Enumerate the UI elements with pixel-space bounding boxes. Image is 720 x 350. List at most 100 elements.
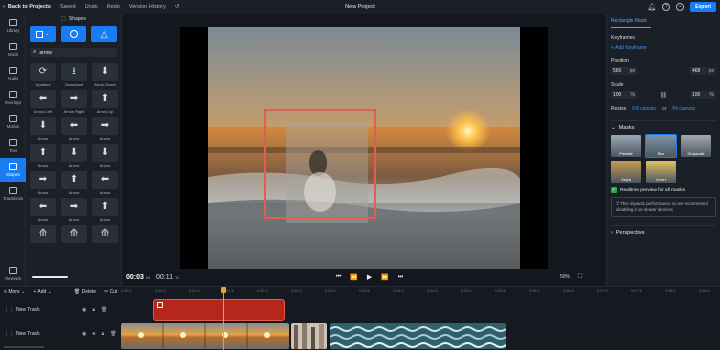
shape-item[interactable]: ⬇ Arrow — [92, 144, 118, 168]
circle-shape-button[interactable] — [60, 26, 87, 42]
fast-forward-icon[interactable]: ⏩ — [381, 274, 388, 281]
video-clip-sunset[interactable] — [121, 323, 289, 349]
delete-track-icon[interactable]: 🗑︎ — [101, 307, 107, 313]
rail-item-shapes[interactable]: Shapes — [0, 158, 26, 182]
video-canvas[interactable] — [180, 27, 548, 269]
shape-item[interactable]: ⬆ Arrow — [30, 144, 56, 168]
skip-end-icon[interactable]: ⏭ — [398, 274, 403, 281]
playhead[interactable] — [221, 287, 226, 350]
export-button[interactable]: Export — [690, 2, 716, 12]
fullscreen-icon[interactable]: ⛶ — [578, 274, 582, 281]
back-to-projects-button[interactable]: ‹ Back to Projects — [0, 4, 51, 10]
cut-button[interactable]: ✂ Cut — [104, 289, 117, 295]
video-clip-city[interactable] — [291, 323, 327, 349]
bell-icon[interactable]: 🔔︎ — [647, 3, 656, 11]
scale-height-input[interactable]: 100% — [690, 91, 716, 99]
arrow-shape-icon[interactable]: ⬇ — [92, 63, 118, 81]
rail-item-motion[interactable]: Motion — [0, 110, 26, 134]
mask-blur[interactable]: Blur — [645, 134, 677, 158]
help-icon[interactable]: ? — [662, 3, 671, 11]
add-button[interactable]: + Add ⌄ — [33, 289, 52, 295]
arrow-shape-icon[interactable]: ⬅ — [61, 117, 87, 135]
delete-track-icon[interactable]: 🗑︎ — [110, 331, 116, 337]
history-icon[interactable]: ↺ — [175, 4, 180, 10]
shape-item[interactable]: ➡ Arrow Right — [61, 90, 87, 114]
shape-item[interactable]: ⟰ — [30, 225, 56, 249]
arrow-shape-icon[interactable]: ⬅ — [92, 171, 118, 189]
arrow-shape-icon[interactable]: ⬆ — [92, 90, 118, 108]
tab-rectangle-mask[interactable]: Rectangle Mask — [611, 14, 651, 28]
drag-handle-icon[interactable]: ⋮⋮ — [4, 307, 14, 313]
rail-item-overlays[interactable]: Overlays — [0, 86, 26, 110]
lock-icon[interactable]: 🔒︎ — [92, 307, 95, 313]
arrow-shape-icon[interactable]: ⟰ — [30, 225, 56, 243]
arrow-shape-icon[interactable]: ➡ — [61, 90, 87, 108]
shape-item[interactable]: ➡ Arrow — [61, 198, 87, 222]
volume-icon[interactable]: 🔊︎ — [92, 331, 95, 337]
lock-icon[interactable]: 🔒︎ — [102, 331, 105, 337]
shape-item[interactable]: ⬇ Arrow — [30, 117, 56, 141]
version-history-button[interactable]: Version History — [129, 4, 166, 10]
visibility-icon[interactable]: ◉ — [82, 307, 86, 313]
arrow-shape-icon[interactable]: ⬅ — [30, 90, 56, 108]
rail-item-library[interactable]: Library — [0, 14, 26, 38]
arrow-shape-icon[interactable]: ⬅ — [30, 198, 56, 216]
rail-item-reviews[interactable]: Reviews — [0, 262, 26, 286]
rail-item-text[interactable]: Text — [0, 134, 26, 158]
rail-item-transitions[interactable]: Transitions — [0, 182, 26, 206]
arrow-shape-icon[interactable]: ➡ — [92, 117, 118, 135]
shape-item[interactable]: ➡ Arrow — [92, 117, 118, 141]
scale-width-input[interactable]: 100% — [611, 91, 637, 99]
perspective-section-header[interactable]: › Perspective — [611, 225, 716, 236]
mask-pixelate[interactable]: Pixelate — [611, 135, 641, 157]
skip-start-icon[interactable]: ⏮ — [336, 274, 341, 281]
video-clip-waves[interactable] — [330, 323, 506, 349]
rectangle-shape-button[interactable]: ⌄ — [30, 26, 56, 42]
shape-item[interactable]: ➡ Arrow — [30, 171, 56, 195]
mask-grayscale[interactable]: Grayscale — [681, 135, 711, 157]
timeline-scrollbar[interactable] — [4, 346, 44, 348]
arrow-shape-icon[interactable]: ➡ — [61, 198, 87, 216]
shapes-search-input[interactable]: ⌕ arrow — [30, 48, 117, 57]
mask-invert[interactable]: Invert — [646, 161, 676, 183]
redo-button[interactable]: Redo — [107, 4, 120, 10]
panel-scrollbar[interactable] — [32, 276, 68, 278]
position-y-input[interactable]: 468 px — [690, 67, 716, 75]
arrow-shape-icon[interactable]: ⬇ — [92, 144, 118, 162]
playhead-knob[interactable] — [221, 287, 226, 293]
rail-item-stock[interactable]: Stock — [0, 38, 26, 62]
fill-canvas-button[interactable]: Fill canvas — [632, 106, 656, 112]
shape-item[interactable]: ⟳ Updates — [30, 63, 56, 87]
arrow-shape-icon[interactable]: ⬇ — [30, 117, 56, 135]
realtime-preview-checkbox[interactable]: ✓ Realtime preview for all masks — [611, 187, 716, 193]
account-icon[interactable]: • — [676, 3, 685, 11]
rewind-icon[interactable]: ⏪ — [350, 274, 357, 281]
link-icon[interactable]: ⛓ — [660, 92, 668, 99]
arrow-shape-icon[interactable]: ⬆ — [92, 198, 118, 216]
more-button[interactable]: ≡ More ⌄ — [4, 289, 25, 295]
undo-button[interactable]: Undo — [85, 4, 98, 10]
shape-item[interactable]: ⬅ Arrow Left — [30, 90, 56, 114]
track-header-1[interactable]: ⋮⋮ New Track ◉ 🔒︎ 🗑︎ — [4, 307, 120, 313]
shape-item[interactable]: ⟰ — [61, 225, 87, 249]
arrow-shape-icon[interactable]: ⬆ — [61, 171, 87, 189]
triangle-shape-button[interactable]: △ — [91, 26, 118, 42]
shape-item[interactable]: ⟰ — [92, 225, 118, 249]
play-icon[interactable]: ▶ — [367, 273, 372, 281]
position-x-input[interactable]: 560 px — [611, 67, 637, 75]
mask-sepia[interactable]: Sepia — [611, 161, 641, 183]
shape-item[interactable]: ⬅ Arrow — [61, 117, 87, 141]
arrow-shape-icon[interactable]: ⟳ — [30, 63, 56, 81]
visibility-icon[interactable]: ◉ — [82, 331, 86, 337]
arrow-shape-icon[interactable]: ⭳ — [61, 63, 87, 81]
shape-item[interactable]: ⬆ Arrow — [92, 198, 118, 222]
add-keyframe-button[interactable]: + Add Keyframe — [611, 45, 716, 51]
shape-item[interactable]: ⬅ Arrow — [30, 198, 56, 222]
drag-handle-icon[interactable]: ⋮⋮ — [4, 331, 14, 337]
zoom-level[interactable]: 50% — [560, 274, 570, 280]
rectangle-mask-selection[interactable] — [264, 109, 376, 219]
shape-item[interactable]: ⬇ Arrow — [61, 144, 87, 168]
arrow-shape-icon[interactable]: ➡ — [30, 171, 56, 189]
timeline-ruler[interactable]: 0:00.0 0:00.5 0:01.0 0:01.5 0:02.0 0:02.5 0:03… — [121, 287, 720, 297]
delete-button[interactable]: 🗑︎ Delete — [74, 289, 96, 295]
